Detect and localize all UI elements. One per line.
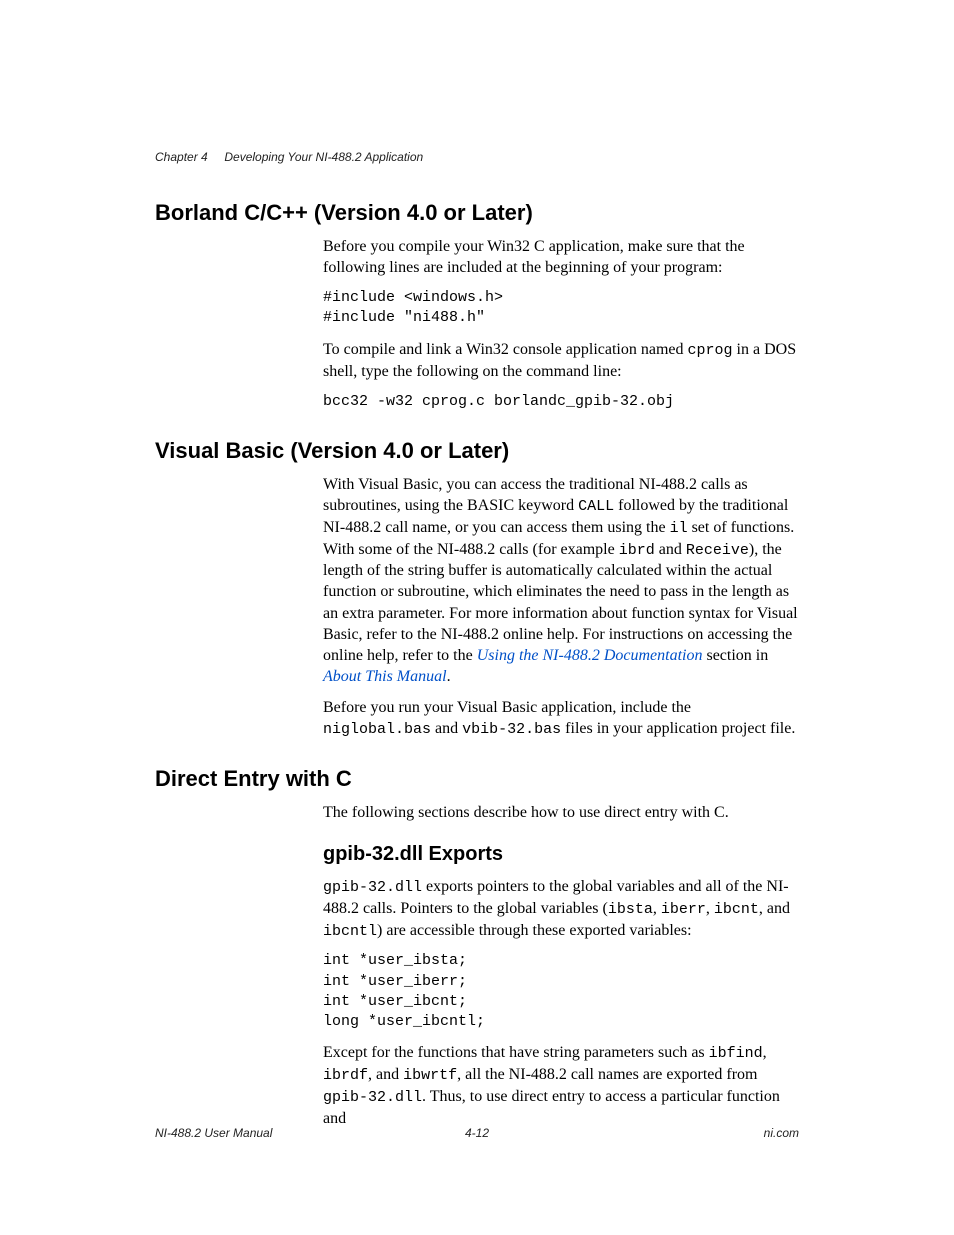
exports-p1: gpib-32.dll exports pointers to the glob… — [323, 876, 799, 941]
heading-gpib-exports: gpib-32.dll Exports — [323, 843, 799, 866]
block-direct: The following sections describe how to u… — [323, 802, 799, 1129]
content: Borland C/C++ (Version 4.0 or Later) Bef… — [155, 200, 799, 1129]
link-about-manual[interactable]: About This Manual — [323, 668, 447, 685]
vb-p2: Before you run your Visual Basic applica… — [323, 697, 799, 740]
vb-p1: With Visual Basic, you can access the tr… — [323, 474, 799, 687]
chapter-label: Chapter 4 — [155, 150, 208, 164]
heading-borland: Borland C/C++ (Version 4.0 or Later) — [155, 200, 799, 226]
footer-page-number: 4-12 — [155, 1126, 799, 1140]
borland-code2: bcc32 -w32 cprog.c borlandc_gpib-32.obj — [323, 392, 799, 412]
heading-vb: Visual Basic (Version 4.0 or Later) — [155, 438, 799, 464]
borland-p1: Before you compile your Win32 C applicat… — [323, 236, 799, 278]
footer: NI-488.2 User Manual 4-12 ni.com — [155, 1126, 799, 1140]
exports-p2: Except for the functions that have strin… — [323, 1042, 799, 1129]
running-header: Chapter 4 Developing Your NI-488.2 Appli… — [155, 150, 423, 164]
page: Chapter 4 Developing Your NI-488.2 Appli… — [0, 0, 954, 1235]
direct-p1: The following sections describe how to u… — [323, 802, 799, 823]
heading-direct: Direct Entry with C — [155, 766, 799, 792]
exports-code1: int *user_ibsta; int *user_iberr; int *u… — [323, 951, 799, 1032]
link-using-docs[interactable]: Using the NI-488.2 Documentation — [477, 647, 703, 664]
borland-code1: #include <windows.h> #include "ni488.h" — [323, 288, 799, 329]
chapter-title: Developing Your NI-488.2 Application — [224, 150, 423, 164]
borland-p2: To compile and link a Win32 console appl… — [323, 339, 799, 382]
block-borland: Before you compile your Win32 C applicat… — [323, 236, 799, 412]
block-vb: With Visual Basic, you can access the tr… — [323, 474, 799, 740]
